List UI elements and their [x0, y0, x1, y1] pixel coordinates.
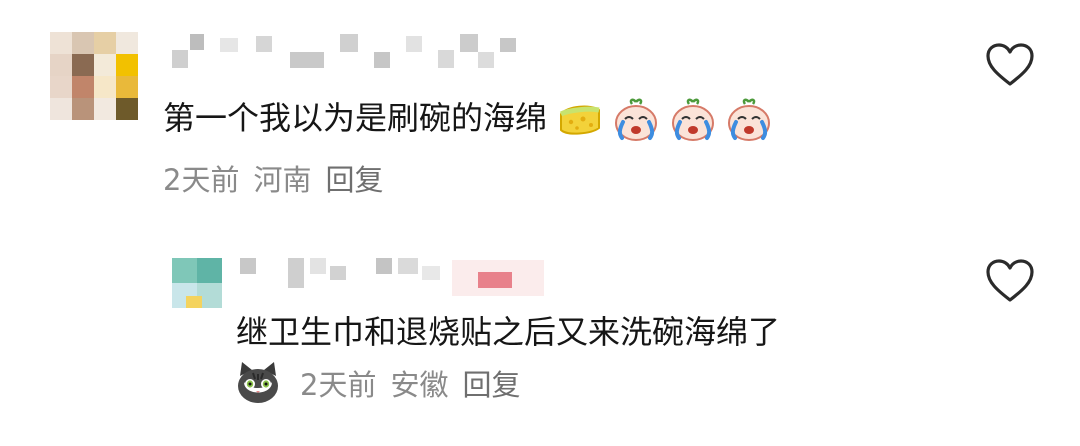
comment-location: 河南: [253, 163, 312, 197]
avatar[interactable]: [172, 258, 222, 308]
comment-time: 2天前: [300, 368, 377, 402]
avatar[interactable]: [50, 32, 138, 120]
comment-time: 2天前: [163, 163, 240, 197]
username-redacted[interactable]: [168, 34, 528, 74]
crying-face-emoji: [671, 98, 714, 141]
comment-meta: 2天前 河南 回复: [163, 162, 397, 198]
heart-outline-icon[interactable]: [985, 258, 1035, 304]
reply-button[interactable]: 回复: [462, 368, 520, 402]
comment-body: 第一个我以为是刷碗的海绵: [163, 98, 772, 142]
reply-button[interactable]: 回复: [325, 163, 383, 197]
comment-location: 安徽: [390, 368, 449, 402]
sponge-emoji: [560, 105, 601, 135]
username-redacted[interactable]: [238, 258, 544, 298]
comment-body: 继卫生巾和退烧贴之后又来洗碗海绵了: [236, 312, 780, 352]
comment-text: 第一个我以为是刷碗的海绵: [163, 99, 548, 137]
comment-text: 继卫生巾和退烧贴之后又来洗碗海绵了: [236, 313, 781, 351]
cat-face-icon: [238, 362, 278, 403]
comment-meta: 2天前 安徽 回复: [300, 367, 534, 403]
crying-face-emoji: [727, 98, 770, 141]
crying-face-emoji: [615, 98, 658, 141]
heart-outline-icon[interactable]: [985, 42, 1035, 88]
